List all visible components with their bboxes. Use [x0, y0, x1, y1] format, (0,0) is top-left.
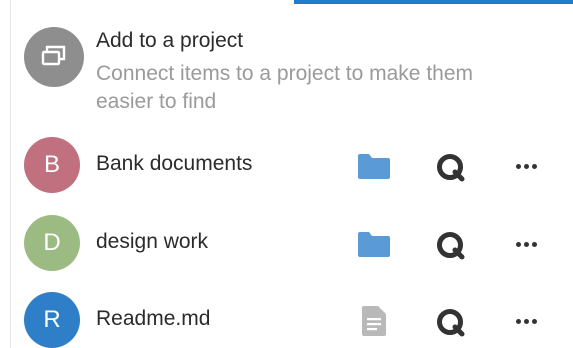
projects-panel: Add to a project Connect items to a proj… — [0, 0, 573, 348]
folder-icon — [354, 229, 394, 259]
project-stack-icon — [41, 43, 67, 72]
talk-chat-icon[interactable] — [432, 227, 468, 263]
more-options-icon[interactable] — [508, 151, 544, 181]
item-name: Bank documents — [96, 152, 253, 175]
list-item-design-work[interactable]: D design work — [24, 215, 554, 275]
add-project-title: Add to a project — [96, 29, 244, 52]
active-tab-indicator — [294, 0, 573, 4]
list-item-bank-documents[interactable]: B Bank documents — [24, 137, 554, 197]
add-project-description: Connect items to a project to make them … — [96, 62, 474, 113]
talk-chat-icon[interactable] — [432, 304, 468, 340]
talk-chat-icon[interactable] — [432, 149, 468, 185]
item-name: Readme.md — [96, 307, 211, 330]
add-to-project-button[interactable]: Add to a project Connect items to a proj… — [24, 27, 554, 117]
more-options-icon[interactable] — [508, 306, 544, 336]
add-project-avatar — [24, 27, 84, 87]
more-options-icon[interactable] — [508, 229, 544, 259]
item-name: design work — [96, 230, 209, 253]
avatar: R — [24, 292, 80, 348]
folder-icon — [354, 151, 394, 181]
document-icon — [354, 306, 394, 336]
avatar: D — [24, 215, 80, 271]
list-item-readme[interactable]: R Readme.md — [24, 292, 554, 348]
panel-left-border — [0, 0, 11, 348]
avatar: B — [24, 137, 80, 193]
